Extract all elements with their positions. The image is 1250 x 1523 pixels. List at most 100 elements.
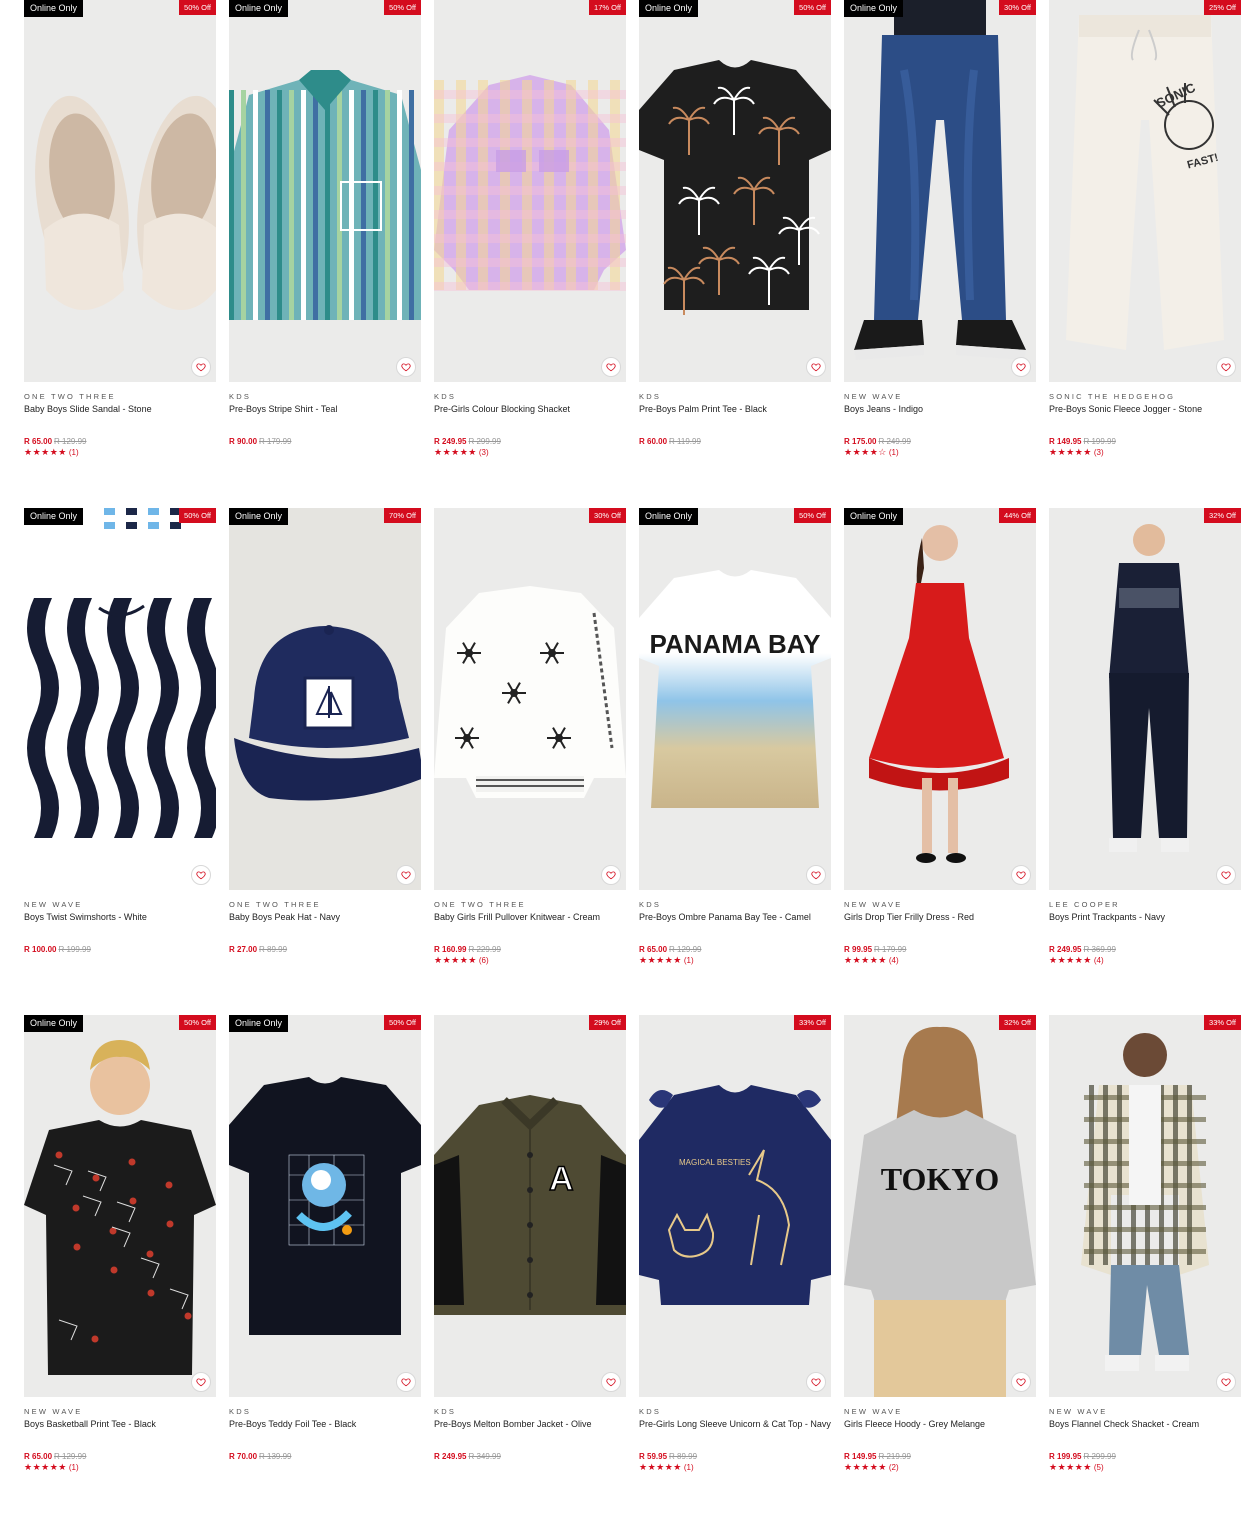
product-image[interactable]: Online Only 50% Off: [229, 0, 421, 382]
wishlist-button[interactable]: [806, 357, 826, 377]
product-photo-bomber: A: [434, 1095, 626, 1315]
sale-price: R 149.95: [1049, 437, 1082, 446]
product-image[interactable]: Online Only 50% Off: [24, 1015, 216, 1397]
product-image[interactable]: Online Only 44% Off: [844, 507, 1036, 890]
product-card[interactable]: Online Only 44% Off NEW WAVE Girls Drop …: [844, 507, 1036, 1016]
product-name[interactable]: Pre-Girls Long Sleeve Unicorn & Cat Top …: [639, 1418, 831, 1446]
wishlist-button[interactable]: [191, 357, 211, 377]
wishlist-button[interactable]: [601, 357, 621, 377]
heart-icon: [811, 363, 821, 372]
product-image[interactable]: 33% Off: [1049, 1015, 1241, 1397]
product-name[interactable]: Pre-Boys Stripe Shirt - Teal: [229, 403, 421, 431]
product-image[interactable]: PANAMA BAY Online Only 50% Off: [639, 507, 831, 890]
product-photo-swim: [24, 507, 216, 890]
product-name[interactable]: Pre-Girls Colour Blocking Shacket: [434, 403, 626, 431]
wishlist-button[interactable]: [601, 864, 621, 885]
product-image[interactable]: Online Only 70% Off: [229, 507, 421, 890]
product-name[interactable]: Baby Girls Frill Pullover Knitwear - Cre…: [434, 911, 626, 939]
product-card[interactable]: Online Only 50% Off KDS Pre-Boys Stripe …: [229, 0, 421, 508]
sale-price: R 59.95: [639, 1452, 668, 1461]
discount-badge: 30% Off: [999, 0, 1036, 15]
wishlist-button[interactable]: [191, 1372, 211, 1392]
wishlist-button[interactable]: [396, 864, 416, 885]
wishlist-button[interactable]: [396, 1372, 416, 1392]
product-card[interactable]: Online Only 50% Off KDS Pre-Boys Teddy F…: [229, 1015, 421, 1523]
star-rating-icon: ★★★★★: [844, 1462, 887, 1472]
discount-badge: 30% Off: [589, 507, 626, 523]
product-image[interactable]: 30% Off: [434, 507, 626, 890]
product-rating: ★★★★★ (5): [1049, 1462, 1241, 1472]
review-count: (6): [478, 955, 489, 965]
wishlist-button[interactable]: [1216, 864, 1236, 885]
product-prices: R 249.95 R 349.99: [434, 1452, 626, 1462]
product-image[interactable]: 32% Off: [1049, 507, 1241, 890]
wishlist-button[interactable]: [1011, 1372, 1031, 1392]
product-card[interactable]: 33% Off NEW WAVE Boys Flannel Check Shac…: [1049, 1015, 1241, 1523]
product-image[interactable]: Online Only 50% Off: [639, 0, 831, 382]
product-card[interactable]: 32% Off LEE COOPER Boys Print Trackpants…: [1049, 507, 1241, 1016]
product-name[interactable]: Boys Flannel Check Shacket - Cream: [1049, 1418, 1241, 1446]
wishlist-button[interactable]: [806, 1372, 826, 1392]
heart-icon: [401, 1378, 411, 1387]
product-brand: ONE TWO THREE: [229, 899, 321, 909]
product-card[interactable]: PANAMA BAY Online Only 50% Off KDS Pre-B…: [639, 507, 831, 1016]
product-card[interactable]: Online Only 30% Off NEW WAVE Boys Jeans …: [844, 0, 1036, 508]
product-prices: R 27.00 R 89.99: [229, 945, 421, 955]
discount-badge: 32% Off: [1204, 507, 1241, 523]
product-card[interactable]: 17% Off KDS Pre-Girls Colour Blocking Sh…: [434, 0, 626, 508]
product-brand: NEW WAVE: [844, 899, 903, 909]
product-card[interactable]: MAGICAL BESTIES 33% Off KDS Pre-Girls Lo…: [639, 1015, 831, 1523]
product-image[interactable]: TOKYO 32% Off: [844, 1015, 1036, 1397]
product-image[interactable]: Online Only 50% Off: [24, 0, 216, 382]
wishlist-button[interactable]: [1011, 357, 1031, 377]
wishlist-button[interactable]: [601, 1372, 621, 1392]
product-card[interactable]: Online Only 70% Off ONE TWO THREE Baby B…: [229, 507, 421, 1016]
product-brand: KDS: [639, 899, 662, 909]
original-price: R 369.99: [1083, 944, 1116, 954]
product-name[interactable]: Boys Print Trackpants - Navy: [1049, 911, 1241, 939]
product-name[interactable]: Baby Boys Peak Hat - Navy: [229, 911, 421, 939]
sale-price: R 65.00: [639, 944, 668, 954]
product-name[interactable]: Pre-Boys Sonic Fleece Jogger - Stone: [1049, 403, 1241, 431]
wishlist-button[interactable]: [1216, 1372, 1236, 1392]
original-price: R 179.99: [874, 944, 907, 954]
wishlist-button[interactable]: [396, 357, 416, 377]
product-card[interactable]: A 29% Off KDS Pre-Boys Melton Bomber Jac…: [434, 1015, 626, 1523]
product-brand: NEW WAVE: [844, 392, 903, 401]
product-card[interactable]: Online Only 50% Off NEW WAVE Boys Basket…: [24, 1015, 216, 1523]
online-only-badge: Online Only: [229, 507, 289, 525]
product-card[interactable]: SONIC FAST! 25% Off SONIC THE HEDGEHOG P…: [1049, 0, 1241, 508]
product-name[interactable]: Pre-Boys Melton Bomber Jacket - Olive: [434, 1418, 626, 1446]
product-name[interactable]: Baby Boys Slide Sandal - Stone: [24, 403, 216, 431]
product-image[interactable]: SONIC FAST! 25% Off: [1049, 0, 1241, 382]
product-name[interactable]: Boys Jeans - Indigo: [844, 403, 1036, 431]
sale-price: R 65.00: [24, 437, 53, 446]
product-name[interactable]: Girls Fleece Hoody - Grey Melange: [844, 1418, 1036, 1446]
product-name[interactable]: Pre-Boys Teddy Foil Tee - Black: [229, 1418, 421, 1446]
product-name[interactable]: Pre-Boys Palm Print Tee - Black: [639, 403, 831, 431]
product-card[interactable]: TOKYO 32% Off NEW WAVE Girls Fleece Hood…: [844, 1015, 1036, 1523]
wishlist-button[interactable]: [191, 864, 211, 885]
product-image[interactable]: Online Only 50% Off: [229, 1015, 421, 1397]
product-image[interactable]: MAGICAL BESTIES 33% Off: [639, 1015, 831, 1397]
product-card[interactable]: Online Only 50% Off NEW WAVE Boys Twist …: [24, 507, 216, 1016]
wishlist-button[interactable]: [1011, 864, 1031, 885]
original-price: R 129.99: [669, 944, 702, 954]
product-name[interactable]: Pre-Boys Ombre Panama Bay Tee - Camel: [639, 911, 831, 939]
product-name[interactable]: Boys Twist Swimshorts - White: [24, 911, 216, 939]
star-rating-icon: ★★★★★: [24, 447, 67, 457]
product-card[interactable]: 30% Off ONE TWO THREE Baby Girls Frill P…: [434, 507, 626, 1016]
product-name[interactable]: Boys Basketball Print Tee - Black: [24, 1418, 216, 1446]
print-text: TOKYO: [881, 1161, 1000, 1197]
product-rating: [639, 447, 831, 457]
wishlist-button[interactable]: [1216, 357, 1236, 377]
product-name[interactable]: Girls Drop Tier Frilly Dress - Red: [844, 911, 1036, 939]
product-card[interactable]: Online Only 50% Off KDS Pre-Boys Palm Pr…: [639, 0, 831, 508]
product-image[interactable]: Online Only 30% Off: [844, 0, 1036, 382]
original-price: R 179.99: [259, 437, 292, 446]
wishlist-button[interactable]: [806, 864, 826, 885]
product-image[interactable]: A 29% Off: [434, 1015, 626, 1397]
product-image[interactable]: 17% Off: [434, 0, 626, 382]
product-image[interactable]: Online Only 50% Off: [24, 507, 216, 890]
product-card[interactable]: Online Only 50% Off ONE TWO THREE Baby B…: [24, 0, 216, 508]
